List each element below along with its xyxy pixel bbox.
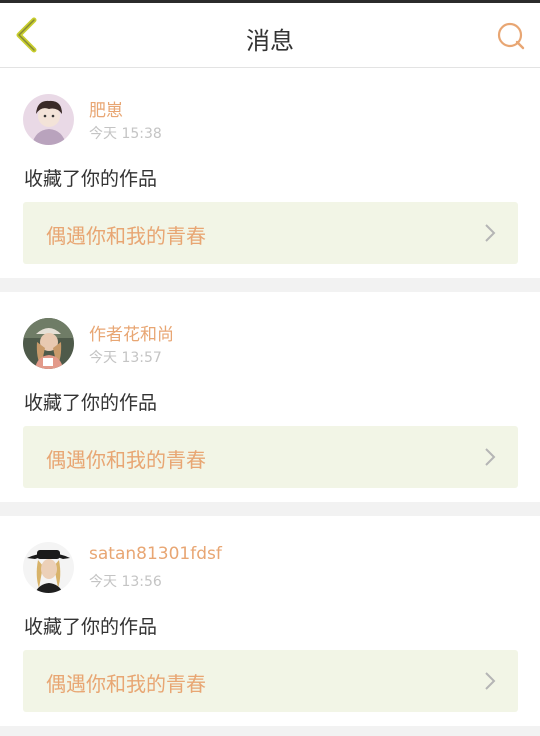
search-button[interactable] bbox=[496, 21, 526, 51]
timestamp: 今天 13:56 bbox=[89, 574, 162, 590]
work-title: 偶遇你和我的青春 bbox=[46, 224, 206, 248]
message-card: 作者花和尚 今天 13:57 收藏了你的作品 偶遇你和我的青春 bbox=[0, 292, 540, 502]
top-bar: 消息 bbox=[0, 3, 540, 68]
work-link[interactable]: 偶遇你和我的青春 bbox=[23, 650, 518, 712]
user-name[interactable]: satan81301fdsf bbox=[89, 544, 222, 564]
message-card: satan81301fdsf 今天 13:56 收藏了你的作品 偶遇你和我的青春 bbox=[0, 516, 540, 726]
chevron-right-icon bbox=[485, 672, 496, 690]
action-text: 收藏了你的作品 bbox=[24, 392, 158, 414]
work-title: 偶遇你和我的青春 bbox=[46, 672, 206, 696]
user-name[interactable]: 作者花和尚 bbox=[89, 320, 174, 345]
avatar[interactable] bbox=[23, 318, 74, 369]
message-card: 肥崽 今天 15:38 收藏了你的作品 偶遇你和我的青春 bbox=[0, 68, 540, 278]
avatar[interactable] bbox=[23, 542, 74, 593]
chevron-right-icon bbox=[485, 448, 496, 466]
action-text: 收藏了你的作品 bbox=[24, 616, 158, 638]
chevron-right-icon bbox=[485, 224, 496, 242]
user-name[interactable]: 肥崽 bbox=[89, 96, 123, 121]
page-title: 消息 bbox=[246, 27, 294, 55]
action-text: 收藏了你的作品 bbox=[24, 168, 158, 190]
work-title: 偶遇你和我的青春 bbox=[46, 448, 206, 472]
avatar[interactable] bbox=[23, 94, 74, 145]
timestamp: 今天 13:57 bbox=[89, 350, 162, 366]
timestamp: 今天 15:38 bbox=[89, 126, 162, 142]
work-link[interactable]: 偶遇你和我的青春 bbox=[23, 202, 518, 264]
work-link[interactable]: 偶遇你和我的青春 bbox=[23, 426, 518, 488]
search-icon bbox=[497, 22, 525, 50]
